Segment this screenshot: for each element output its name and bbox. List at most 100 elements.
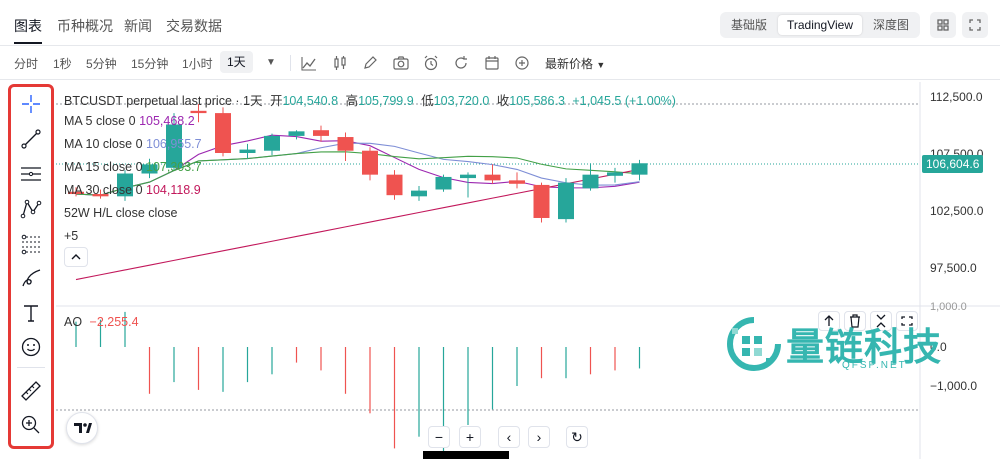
hl-label: 52W H/L close close <box>64 206 178 220</box>
trend-line-icon[interactable] <box>19 127 43 151</box>
ma5-label: MA 5 close 0 <box>64 114 136 128</box>
candle-body <box>484 174 501 181</box>
collapse-legend-button[interactable] <box>64 247 88 267</box>
indicator-52w-hl[interactable]: 52W H/L close close <box>64 206 177 220</box>
more-indicators-count: +5 <box>64 229 79 243</box>
candle-body <box>239 149 256 153</box>
indicator-ma10[interactable]: MA 10 close 0 106,955.7 <box>64 137 202 151</box>
fib-levels-icon[interactable] <box>19 232 43 256</box>
timeframe-15m[interactable]: 15分钟 <box>131 55 168 72</box>
more-timeframes-dropdown[interactable]: ▼ <box>266 57 276 68</box>
candle-body <box>509 180 525 184</box>
tab-coin-overview[interactable]: 币种概况 <box>57 16 113 36</box>
change-value: +1,045.5 (+1.00%) <box>572 94 676 108</box>
candle-body <box>264 135 280 151</box>
toolbar-divider <box>290 55 291 71</box>
zoom-in-icon[interactable] <box>19 413 43 437</box>
pattern-icon[interactable] <box>19 197 43 221</box>
text-icon[interactable] <box>19 301 43 325</box>
view-basic[interactable]: 基础版 <box>724 15 774 35</box>
close-label: 收 <box>496 94 510 108</box>
candle-body <box>435 176 452 190</box>
ao-histogram <box>75 311 641 453</box>
ma5-value: 105,468.2 <box>139 114 195 128</box>
indicators-icon[interactable] <box>300 54 318 72</box>
high-value: 105,799.9 <box>358 94 414 108</box>
timeframe-1s[interactable]: 1秒 <box>53 55 72 72</box>
candle-body <box>386 174 403 196</box>
indicator-ma15[interactable]: MA 15 close 0 107,303.7 <box>64 160 202 174</box>
camera-icon[interactable] <box>392 54 410 72</box>
emoji-icon[interactable] <box>19 335 43 359</box>
price-type-dropdown[interactable]: 最新价格 ▼ <box>545 55 605 72</box>
view-depth[interactable]: 深度图 <box>866 15 916 35</box>
layout-button[interactable] <box>930 12 956 38</box>
brush-icon[interactable] <box>19 267 43 291</box>
chevron-up-icon <box>71 254 81 260</box>
symbol-title: BTCUSDT perpetual last price · 1天 <box>64 94 263 108</box>
pencil-icon[interactable] <box>361 54 379 72</box>
reset-chart-button[interactable]: ↻ <box>566 426 588 448</box>
candle-body <box>313 130 329 136</box>
indicator-ma5[interactable]: MA 5 close 0 105,468.2 <box>64 114 195 128</box>
timeframe-1h[interactable]: 1小时 <box>182 55 213 72</box>
indicator-ma30[interactable]: MA 30 close 0 104,118.9 <box>64 183 201 197</box>
tradingview-logo[interactable] <box>66 412 98 444</box>
price-axis-label: 102,500.0 <box>930 204 984 218</box>
tab-chart[interactable]: 图表 <box>14 16 42 36</box>
timeframe-1d[interactable]: 1天 <box>220 51 253 73</box>
add-compare-icon[interactable] <box>513 54 531 72</box>
chevron-down-icon: ▼ <box>596 60 606 70</box>
calendar-icon[interactable] <box>483 54 501 72</box>
top-nav: 图表 币种概况 新闻 交易数据 基础版 TradingView 深度图 <box>0 0 1000 46</box>
replay-icon[interactable] <box>452 54 470 72</box>
ma15-value: 107,303.7 <box>146 160 202 174</box>
tradingview-logo-icon <box>74 423 92 433</box>
candle-type-icon[interactable] <box>331 54 349 72</box>
grid-layout-icon <box>937 19 949 31</box>
candle-body <box>288 131 305 136</box>
drawing-toolbar-divider <box>17 367 45 368</box>
price-axis-label: 97,500.0 <box>930 261 977 275</box>
zoom-out-button[interactable]: − <box>428 426 450 448</box>
close-value: 105,586.3 <box>509 94 565 108</box>
candle-body <box>337 137 354 151</box>
candle-body <box>582 174 599 189</box>
ma30-label: MA 30 close 0 <box>64 183 143 197</box>
symbol-legend: BTCUSDT perpetual last price · 1天 开104,5… <box>64 90 676 109</box>
zoom-in-button[interactable]: + <box>459 426 481 448</box>
candle-body <box>631 163 648 175</box>
fullscreen-icon <box>969 19 981 31</box>
candle-body <box>411 190 427 197</box>
ao-axis-label: −1,000.0 <box>930 379 978 393</box>
candle-body <box>460 174 476 179</box>
horizontal-lines-icon[interactable] <box>19 162 43 186</box>
timeframe-5m[interactable]: 5分钟 <box>86 55 117 72</box>
ma30-value: 104,118.9 <box>146 183 201 197</box>
bottom-overlay-bar <box>423 451 509 459</box>
ruler-icon[interactable] <box>19 379 43 403</box>
candle-body <box>362 150 378 175</box>
scroll-right-button[interactable]: › <box>528 426 550 448</box>
watermark-mark-icon <box>727 317 781 371</box>
ao-label: AO <box>64 315 83 329</box>
more-indicators-label[interactable]: +5 <box>64 229 78 243</box>
view-tradingview[interactable]: TradingView <box>778 15 862 35</box>
fullscreen-button[interactable] <box>962 12 988 38</box>
ma10-value: 106,955.7 <box>146 137 202 151</box>
price-type-label: 最新价格 <box>545 57 594 71</box>
alarm-clock-icon[interactable] <box>422 54 440 72</box>
price-axis-label: 112,500.0 <box>930 90 983 104</box>
candle-body <box>558 182 574 220</box>
ao-legend[interactable]: AO −2,255.4 <box>64 315 139 329</box>
scroll-left-button[interactable]: ‹ <box>498 426 520 448</box>
timeframe-time[interactable]: 分时 <box>14 55 38 72</box>
crosshair-icon[interactable] <box>19 92 43 116</box>
tab-trading-data[interactable]: 交易数据 <box>166 16 222 36</box>
ma10-label: MA 10 close 0 <box>64 137 143 151</box>
tab-news[interactable]: 新闻 <box>124 16 152 36</box>
candle-body <box>215 113 231 153</box>
chart-area[interactable]: BTCUSDT perpetual last price · 1天 开104,5… <box>56 82 1000 459</box>
active-tab-underline <box>14 42 42 44</box>
chart-toolbar: 分时 1秒 5分钟 15分钟 1小时 1天 ▼ 最新价格 ▼ <box>0 46 1000 80</box>
